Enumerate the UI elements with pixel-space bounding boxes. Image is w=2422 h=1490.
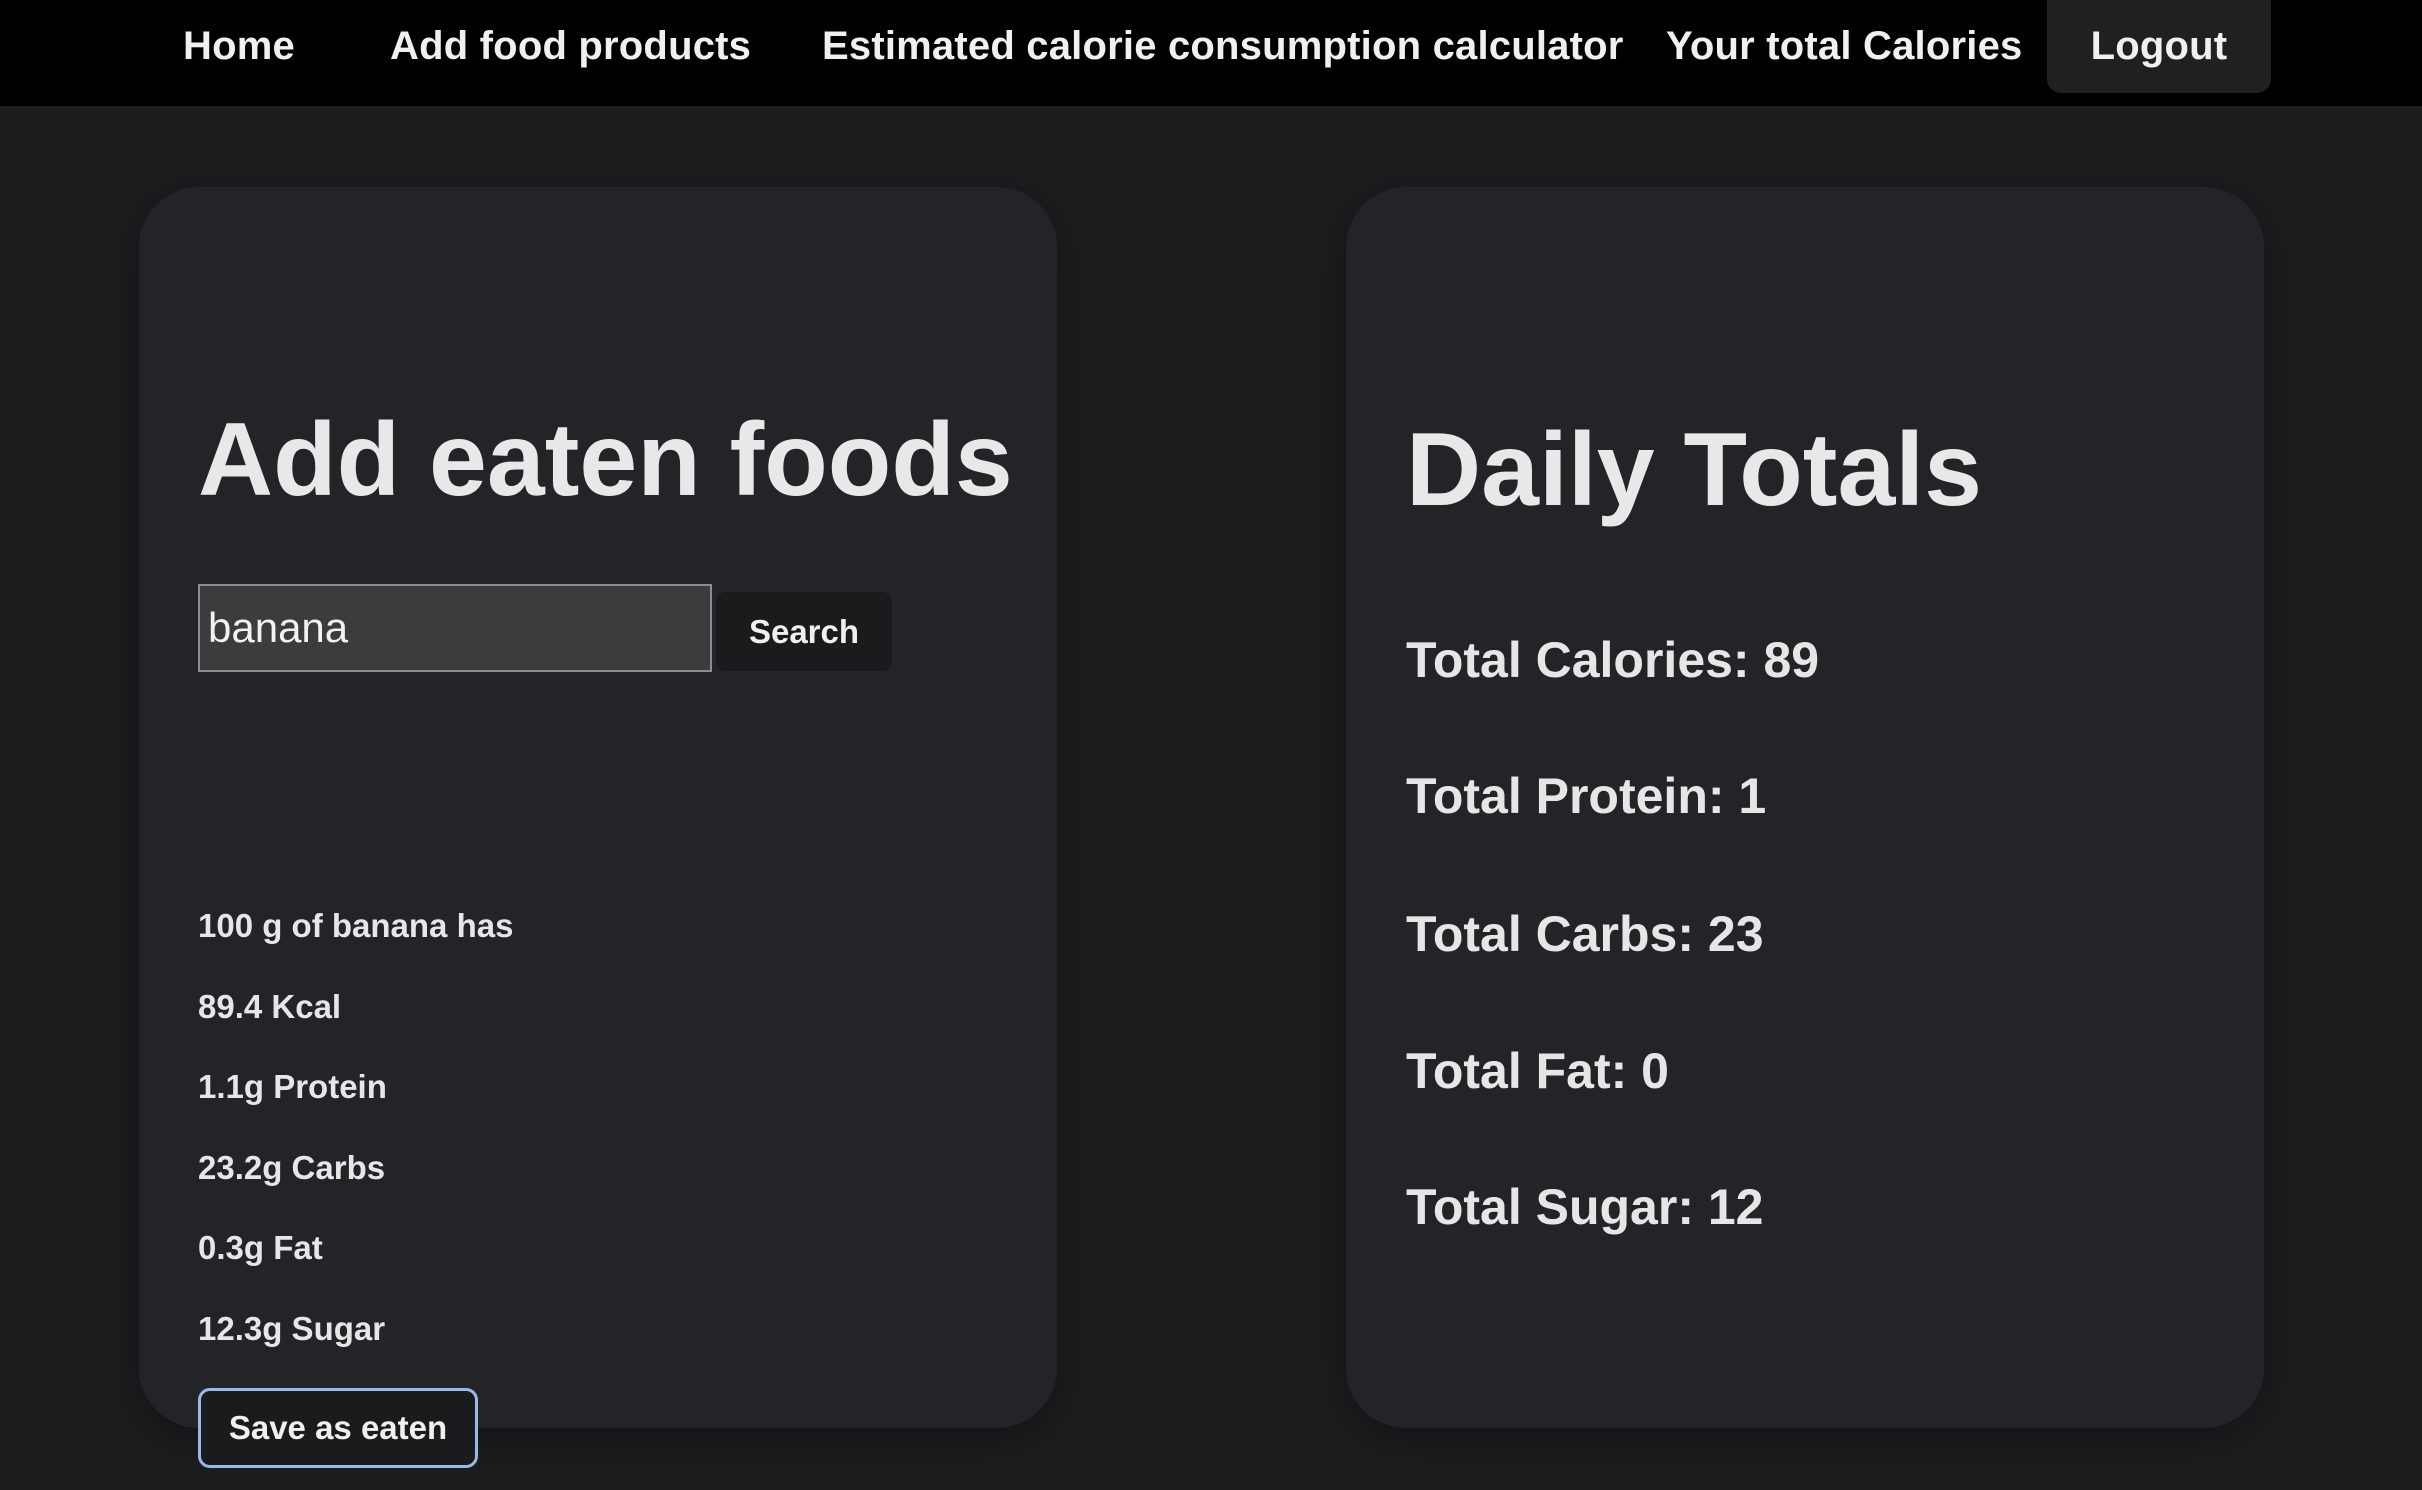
total-fat: Total Fat: 0	[1406, 1043, 1669, 1099]
total-protein: Total Protein: 1	[1406, 768, 1767, 824]
result-sugar: 12.3g Sugar	[198, 1310, 386, 1347]
search-button[interactable]: Search	[716, 592, 892, 671]
add-eaten-foods-title: Add eaten foods	[198, 402, 1013, 518]
result-fat: 0.3g Fat	[198, 1229, 323, 1266]
nav-total-calories-link[interactable]: Your total Calories	[1666, 0, 2022, 93]
result-kcal: 89.4 Kcal	[198, 988, 342, 1025]
nav-add-food-products-link[interactable]: Add food products	[390, 0, 751, 93]
total-sugar: Total Sugar: 12	[1406, 1179, 1764, 1235]
total-carbs: Total Carbs: 23	[1406, 906, 1764, 962]
result-carbs: 23.2g Carbs	[198, 1149, 386, 1186]
daily-totals-card: Daily Totals Total Calories: 89 Total Pr…	[1346, 187, 2264, 1428]
result-protein: 1.1g Protein	[198, 1068, 387, 1105]
add-eaten-foods-card: Add eaten foods Search 100 g of banana h…	[139, 187, 1057, 1468]
result-heading: 100 g of banana has	[198, 907, 514, 944]
top-navbar: Home Add food products Estimated calorie…	[0, 0, 2422, 106]
food-search-input[interactable]	[198, 584, 712, 672]
total-calories: Total Calories: 89	[1406, 632, 1820, 688]
save-as-eaten-button[interactable]: Save as eaten	[198, 1388, 478, 1468]
daily-totals-title: Daily Totals	[1406, 412, 1983, 528]
nav-calorie-calculator-link[interactable]: Estimated calorie consumption calculator	[822, 0, 1624, 93]
nav-home-link[interactable]: Home	[183, 0, 295, 93]
logout-button[interactable]: Logout	[2047, 0, 2271, 93]
